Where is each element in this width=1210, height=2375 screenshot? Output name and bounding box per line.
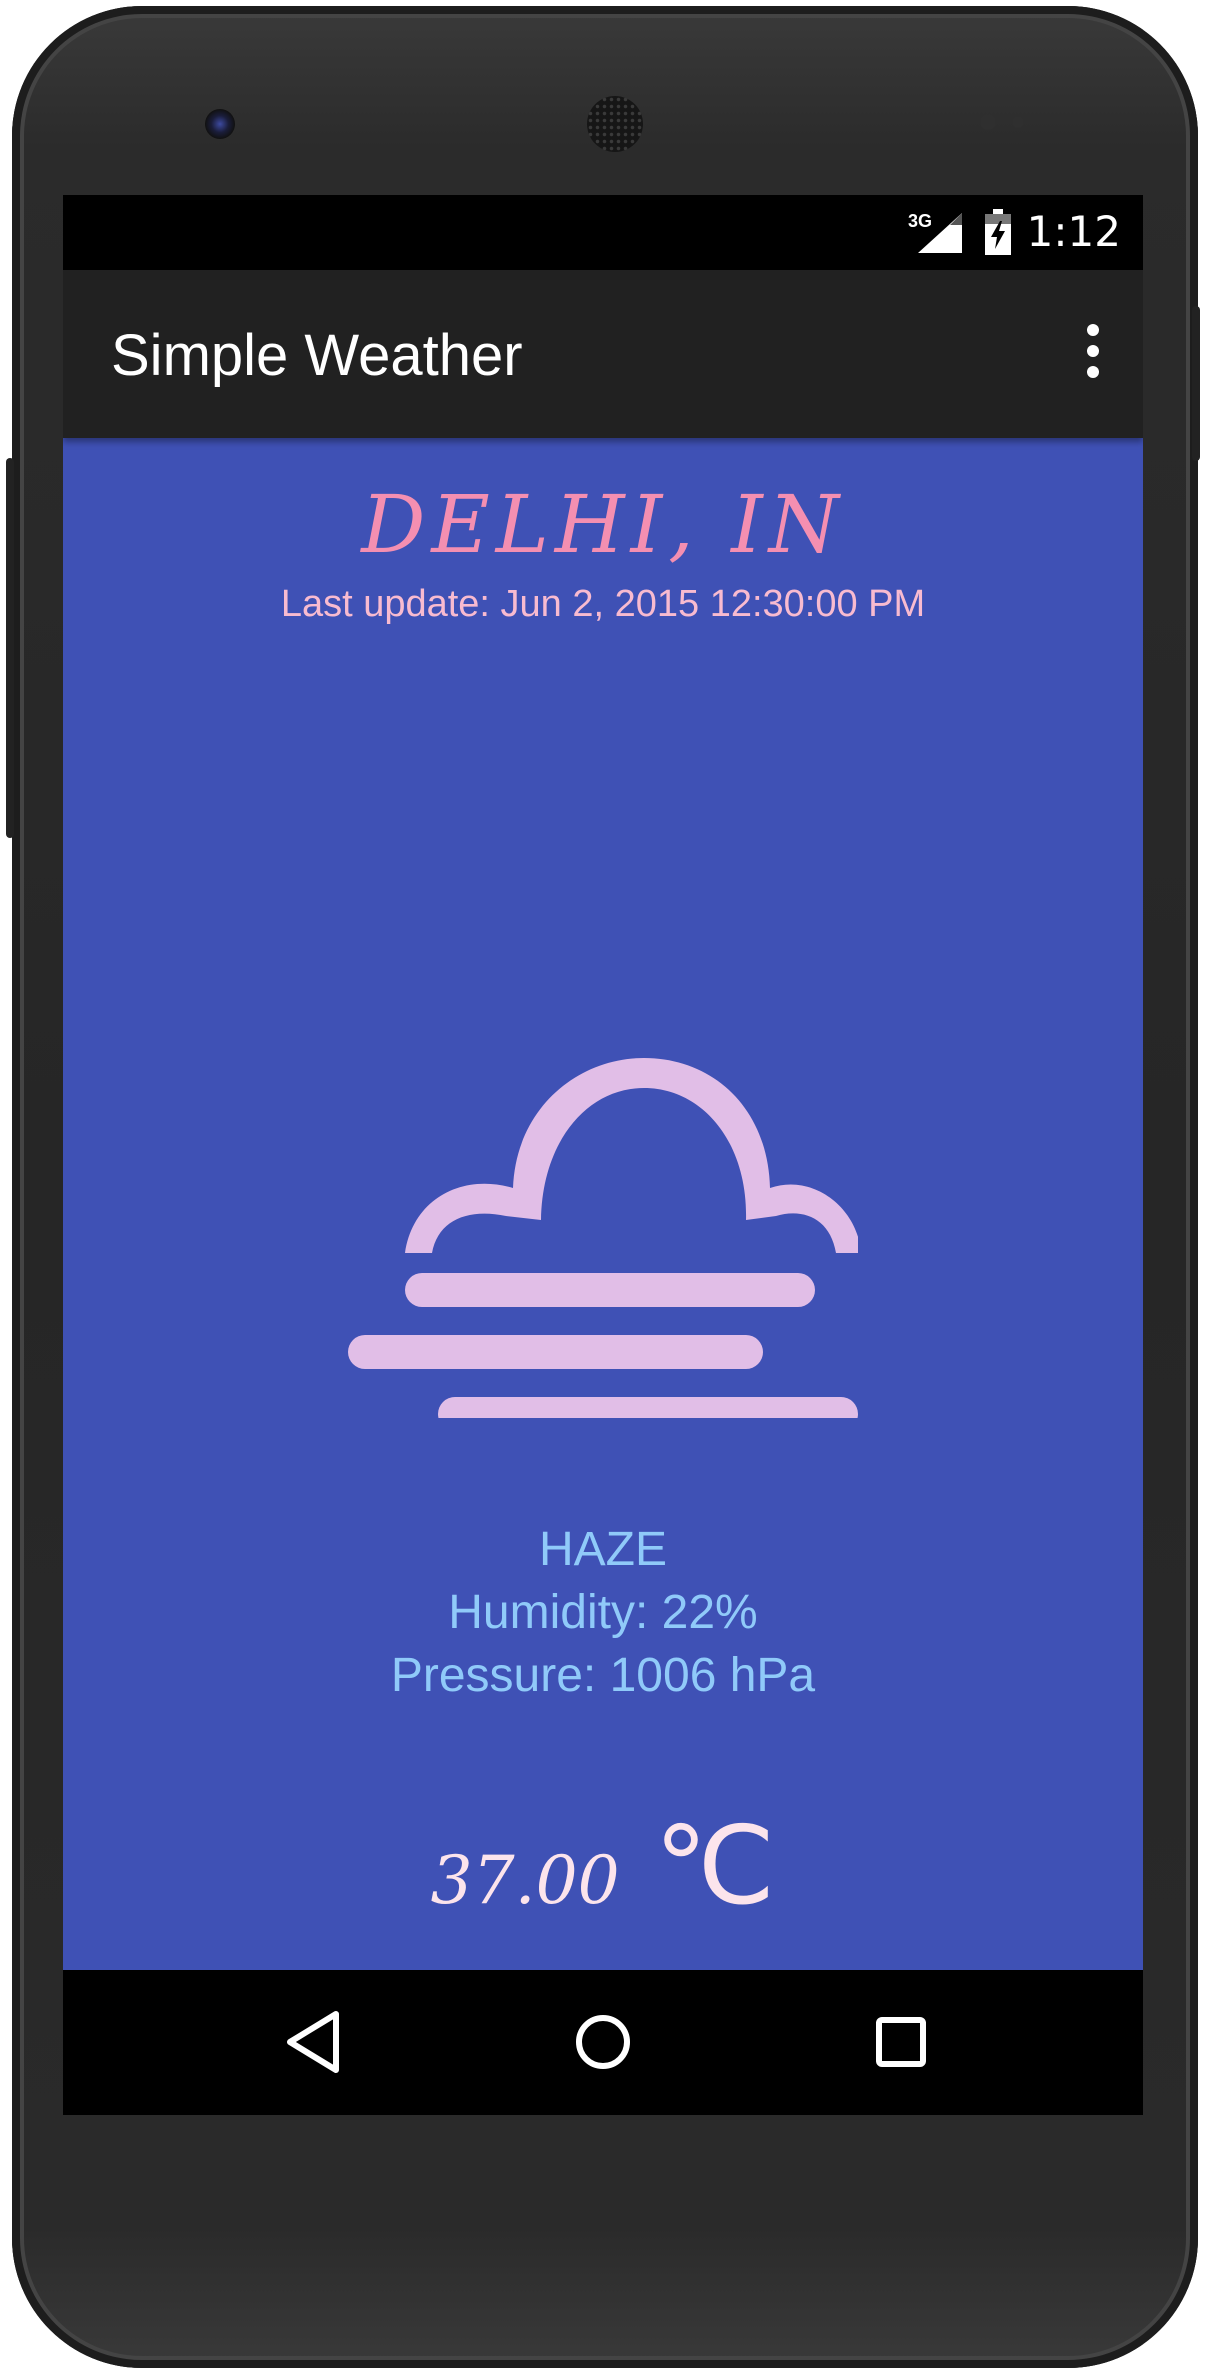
recents-icon[interactable]: [865, 2006, 937, 2078]
app-title: Simple Weather: [111, 323, 523, 388]
last-update-text: Last update: Jun 2, 2015 12:30:00 PM: [280, 583, 926, 625]
pressure-text: Pressure: 1006 hPa: [390, 1649, 816, 1702]
weather-details: HAZE Humidity: 22% Pressure: 1006 hPa: [63, 1518, 1143, 1707]
humidity-text: Humidity: 22%: [448, 1586, 758, 1639]
status-bar: 3G 1:12: [63, 195, 1143, 270]
front-camera: [205, 109, 235, 139]
signal-icon: [918, 213, 962, 253]
volume-button: [1192, 306, 1200, 461]
light-sensor: [1012, 116, 1024, 128]
city-name: DELHI, IN: [361, 478, 845, 571]
temperature-value: 37.00: [430, 1842, 620, 1919]
screen: 3G 1:12 Simple Weather DELHI, IN Last up…: [63, 195, 1143, 2115]
power-button: [6, 458, 14, 838]
battery-charging-icon: [985, 209, 1011, 255]
navigation-bar: [63, 1970, 1143, 2115]
temperature-display: 37.00 ℃: [63, 1803, 1143, 1929]
overflow-menu-icon[interactable]: [1083, 324, 1103, 384]
temperature-unit: ℃: [654, 1805, 776, 1926]
home-icon[interactable]: [567, 2006, 639, 2078]
haze-icon: [348, 1058, 858, 1418]
proximity-sensor: [980, 114, 996, 130]
earpiece-speaker: [587, 96, 643, 152]
clock: 1:12: [1026, 207, 1121, 256]
app-bar: Simple Weather: [63, 270, 1143, 438]
condition-text: HAZE: [538, 1523, 667, 1576]
weather-content: DELHI, IN Last update: Jun 2, 2015 12:30…: [63, 438, 1143, 1970]
back-icon[interactable]: [278, 2006, 350, 2078]
